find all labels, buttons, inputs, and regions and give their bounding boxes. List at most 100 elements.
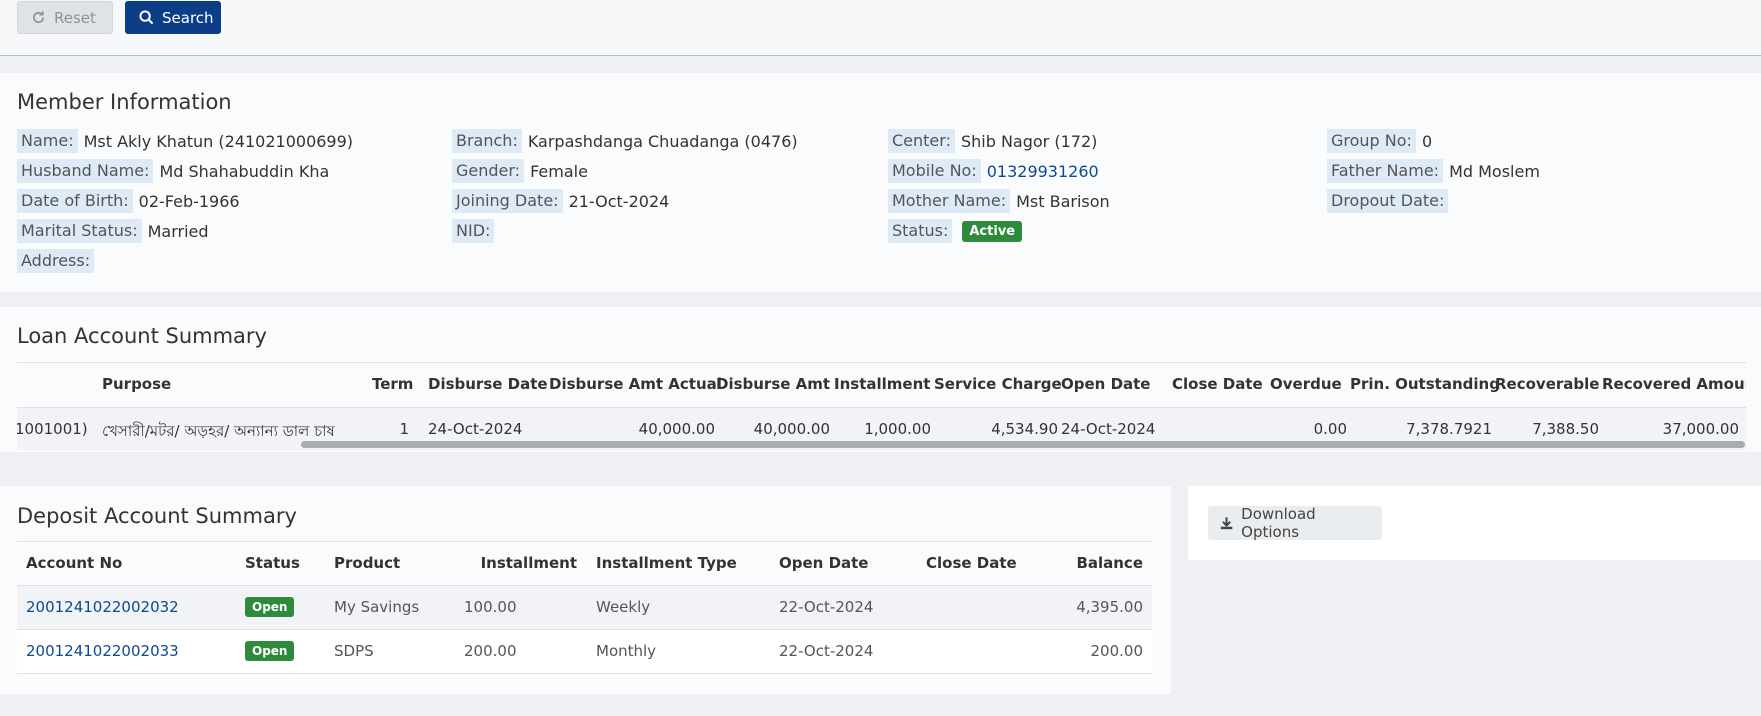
cell-disburse-date: 24-Oct-2024 [428,420,523,438]
cell-installment-type: Monthly [596,642,657,660]
loan-table[interactable]: Purpose Term Disburse Date Disburse Amt … [17,362,1746,450]
cell-prin-outstanding: 7,378.7921 [1406,420,1492,438]
table-row: 2001241022002033 Open SDPS 200.00 Monthl… [17,630,1152,674]
field-label: Date of Birth: [17,189,133,213]
field-label: Status: [888,219,953,243]
field-value: 0 [1421,131,1433,151]
father-name-field: Father Name: Md Moslem [1327,159,1540,183]
col-product[interactable]: Product [334,554,400,572]
col-installment-type[interactable]: Installment Type [596,554,737,572]
refresh-icon [33,11,45,23]
cell-recovered-amount: 37,000.00 [1662,420,1739,438]
cell-installment: 200.00 [464,642,517,660]
col-status[interactable]: Status [245,554,300,572]
member-name-field: Name: Mst Akly Khatun (241021000699) [17,129,353,153]
cell-account: 1001001) [17,420,88,438]
cell-recoverable: 7,388.50 [1532,420,1599,438]
cell-product: SDPS [334,642,374,660]
col-open-date[interactable]: Open Date [1061,375,1150,393]
status-field: Status: Active [888,219,1023,243]
field-value: Mst Barison [1016,191,1110,211]
cell-term: 1 [399,420,409,438]
field-value: Md Shahabuddin Kha [159,161,330,181]
branch-field: Branch: Karpashdanga Chuadanga (0476) [452,129,798,153]
col-purpose[interactable]: Purpose [102,375,171,393]
field-label: Marital Status: [17,219,142,243]
col-installment[interactable]: Installment [447,554,577,572]
field-value: Karpashdanga Chuadanga (0476) [527,131,798,151]
col-recoverable[interactable]: Recoverable [1495,375,1599,393]
cell-service-charge: 4,534.90 [991,420,1058,438]
field-label: Mobile No: [888,159,981,183]
col-close-date[interactable]: Close Date [926,554,1017,572]
col-open-date[interactable]: Open Date [779,554,868,572]
loan-account-summary-title: Loan Account Summary [17,324,267,348]
col-installment[interactable]: Installment [834,375,930,393]
deposit-table-header: Account No Status Product Installment In… [17,541,1152,587]
col-overdue[interactable]: Overdue [1270,375,1342,393]
field-label: Mother Name: [888,189,1011,213]
group-no-field: Group No: 0 [1327,129,1432,153]
col-balance[interactable]: Balance [1017,554,1143,572]
col-close-date[interactable]: Close Date [1172,375,1263,393]
search-label: Search [162,8,214,27]
field-value: Female [530,161,588,181]
field-label: Husband Name: [17,159,154,183]
joining-date-field: Joining Date: 21-Oct-2024 [452,189,669,213]
col-service-charge[interactable]: Service Charge [934,375,1062,393]
col-term[interactable]: Term [372,375,413,393]
field-label: Dropout Date: [1327,189,1449,213]
center-field: Center: Shib Nagor (172) [888,129,1097,153]
cell-installment-type: Weekly [596,598,651,616]
cell-open-date: 24-Oct-2024 [1061,420,1156,438]
col-disburse-amt-actual[interactable]: Disburse Amt Actual [549,375,722,393]
field-value: Md Moslem [1449,161,1540,181]
nid-field: NID: [452,219,500,243]
col-disburse-date[interactable]: Disburse Date [428,375,548,393]
cell-disburse-amt-actual: 40,000.00 [638,420,715,438]
download-options-card: Download Options [1188,486,1761,560]
member-information-card: Member Information Name: Mst Akly Khatun… [0,73,1761,292]
cell-installment: 100.00 [464,598,517,616]
cell-overdue: 0.00 [1313,420,1347,438]
search-button[interactable]: Search [125,1,221,34]
field-label: Father Name: [1327,159,1444,183]
status-badge: Open [245,597,295,617]
date-of-birth-field: Date of Birth: 02-Feb-1966 [17,189,240,213]
reset-button[interactable]: Reset [17,1,113,34]
col-prin-outstanding[interactable]: Prin. Outstanding [1350,375,1500,393]
status-badge: Active [962,220,1023,242]
husband-name-field: Husband Name: Md Shahabuddin Kha [17,159,329,183]
col-account-no[interactable]: Account No [26,554,122,572]
cell-product: My Savings [334,598,420,616]
download-icon [1220,517,1233,530]
cell-disburse-amt: 40,000.00 [753,420,830,438]
download-options-label: Download Options [1241,505,1316,541]
loan-table-header: Purpose Term Disburse Date Disburse Amt … [17,362,1746,409]
gender-field: Gender: Female [452,159,588,183]
field-label: NID: [452,219,495,243]
field-label: Address: [17,249,95,273]
cell-open-date: 22-Oct-2024 [779,642,874,660]
member-information-title: Member Information [17,90,232,114]
status-cell: Open [245,597,295,617]
field-label: Group No: [1327,129,1416,153]
address-field: Address: [17,249,100,273]
dropout-date-field: Dropout Date: [1327,189,1454,213]
mobile-number-link[interactable]: 01329931260 [987,162,1099,181]
field-label: Gender: [452,159,525,183]
filter-toolbar: Reset Search [0,0,1761,56]
field-value: 02-Feb-1966 [138,191,240,211]
cell-balance: 200.00 [1090,642,1144,660]
mother-name-field: Mother Name: Mst Barison [888,189,1110,213]
col-recovered-amount[interactable]: Recovered Amount [1602,375,1746,393]
account-no-link[interactable]: 2001241022002033 [26,642,179,660]
field-label: Joining Date: [452,189,563,213]
cell-installment: 1,000.00 [864,420,931,438]
horizontal-scrollbar[interactable] [301,441,1745,448]
status-cell: Open [245,641,295,661]
col-disburse-amt[interactable]: Disburse Amt [716,375,830,393]
download-options-button[interactable]: Download Options [1208,505,1382,541]
status-badge: Open [245,641,295,661]
account-no-link[interactable]: 2001241022002032 [26,598,179,616]
